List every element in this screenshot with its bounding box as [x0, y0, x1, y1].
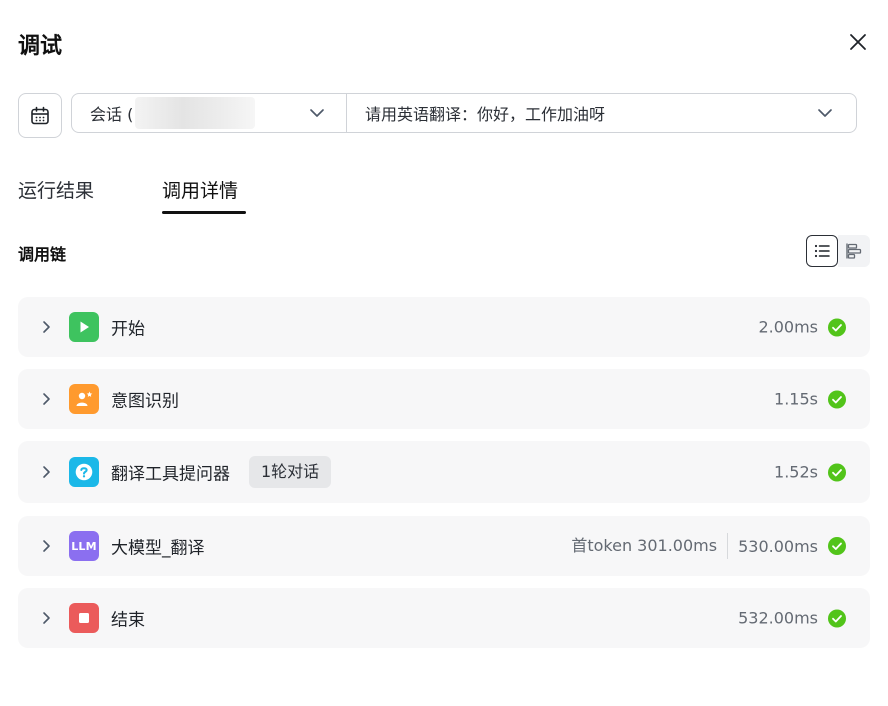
query-text: 请用英语翻译：你好，工作加油呀	[365, 105, 606, 124]
node-meta: 532.00ms	[738, 609, 846, 628]
node-name: 翻译工具提问器	[111, 464, 230, 485]
play-icon	[69, 312, 99, 342]
node-name: 大模型_翻译	[111, 538, 205, 559]
session-dropdown[interactable]: 会话 (	[72, 94, 347, 132]
stop-icon	[69, 603, 99, 633]
chevron-down-icon	[310, 109, 324, 117]
list-view-button[interactable]	[806, 235, 838, 267]
chevron-right-icon[interactable]	[38, 538, 54, 554]
active-tab-indicator	[162, 211, 246, 214]
node-duration: 530.00ms	[738, 536, 818, 556]
call-chain-title: 调用链	[18, 245, 67, 264]
chain-node-intent[interactable]: 意图识别 1.15s	[18, 369, 870, 429]
success-check-icon	[828, 318, 846, 336]
chain-node-llm[interactable]: LLM 大模型_翻译 首token 301.00ms 530.00ms	[18, 516, 870, 576]
chevron-right-icon[interactable]	[38, 464, 54, 480]
user-star-icon	[69, 384, 99, 414]
first-token-latency: 首token 301.00ms	[571, 533, 729, 559]
calendar-icon	[31, 106, 49, 124]
chevron-right-icon[interactable]	[38, 391, 54, 407]
chain-node-question[interactable]: 翻译工具提问器 1轮对话 1.52s	[18, 441, 870, 503]
node-duration: 1.15s	[774, 389, 818, 409]
success-check-icon	[828, 463, 846, 481]
dialog-round-badge: 1轮对话	[249, 456, 332, 488]
list-icon	[814, 244, 830, 258]
node-meta: 1.52s	[774, 463, 846, 482]
node-duration: 2.00ms	[758, 317, 818, 337]
chevron-right-icon[interactable]	[38, 319, 54, 335]
success-check-icon	[828, 537, 846, 555]
chevron-right-icon[interactable]	[38, 610, 54, 626]
node-duration: 1.52s	[774, 462, 818, 482]
success-check-icon	[828, 390, 846, 408]
node-duration: 532.00ms	[738, 608, 818, 628]
close-icon	[850, 34, 866, 50]
session-label: 会话 (	[90, 105, 134, 124]
node-meta: 首token 301.00ms 530.00ms	[571, 533, 846, 559]
timeline-icon	[846, 243, 862, 259]
tab-call-detail[interactable]: 调用详情	[162, 176, 238, 203]
close-button[interactable]	[846, 30, 870, 54]
question-icon	[69, 457, 99, 487]
redacted-session-id	[135, 97, 256, 129]
llm-icon-label: LLM	[71, 539, 97, 553]
node-name: 结束	[111, 610, 145, 631]
chevron-down-icon	[818, 109, 832, 117]
chain-node-start[interactable]: 开始 2.00ms	[18, 297, 870, 357]
tab-run-result[interactable]: 运行结果	[18, 176, 94, 203]
query-dropdown[interactable]: 请用英语翻译：你好，工作加油呀	[347, 94, 856, 132]
node-meta: 2.00ms	[758, 318, 846, 337]
llm-icon: LLM	[69, 531, 99, 561]
page-title: 调试	[18, 34, 63, 59]
node-meta: 1.15s	[774, 390, 846, 409]
chain-node-end[interactable]: 结束 532.00ms	[18, 588, 870, 648]
timeline-view-button[interactable]	[838, 235, 870, 267]
view-toggle	[806, 235, 870, 267]
session-selector: 会话 ( 请用英语翻译：你好，工作加油呀	[71, 93, 857, 133]
success-check-icon	[828, 609, 846, 627]
node-name: 开始	[111, 319, 145, 340]
calendar-button[interactable]	[18, 93, 62, 138]
node-name: 意图识别	[111, 391, 179, 412]
